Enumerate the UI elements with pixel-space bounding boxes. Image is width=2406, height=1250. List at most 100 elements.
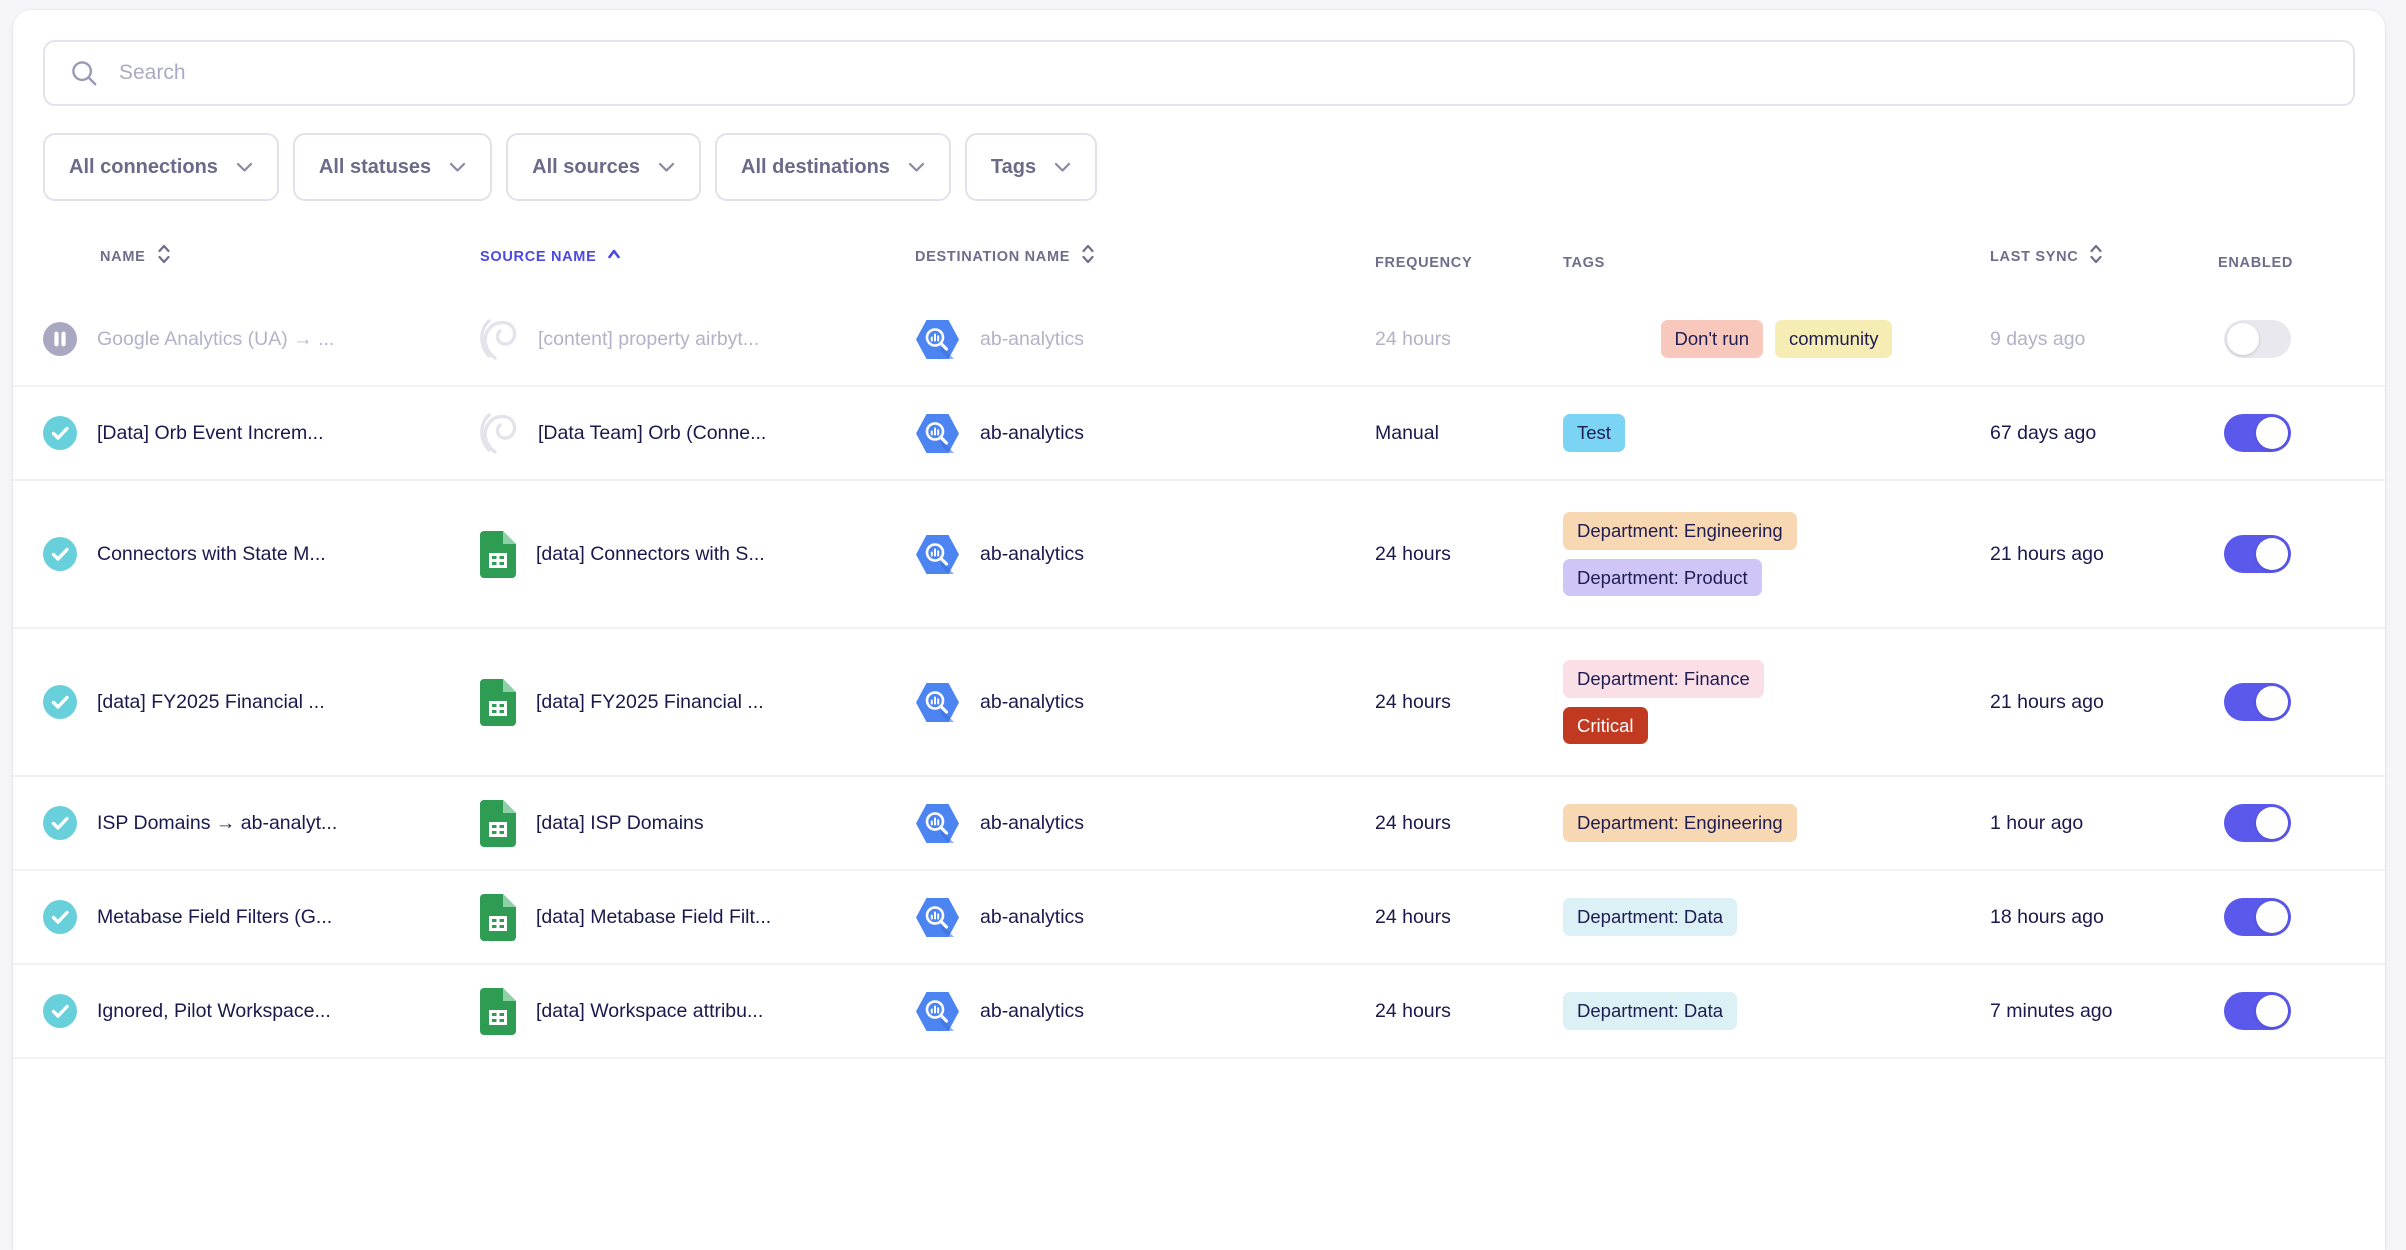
connection-name-cell: Metabase Field Filters (G...	[43, 900, 480, 934]
table-row[interactable]: Ignored, Pilot Workspace...[data] Worksp…	[13, 965, 2385, 1059]
source-cell: [data] FY2025 Financial ...	[480, 679, 915, 726]
destination-name: ab-analytics	[980, 1000, 1084, 1023]
destination-cell: ab-analytics	[915, 413, 1375, 454]
tags-cell: Department: FinanceCritical	[1563, 640, 1990, 763]
enabled-toggle[interactable]	[2224, 535, 2291, 573]
table-row[interactable]: [data] FY2025 Financial ... [data] FY2025…	[13, 629, 2385, 777]
source-name: [Data Team] Orb (Conne...	[538, 422, 766, 445]
column-header-last-sync[interactable]: LAST SYNC	[1990, 242, 2218, 271]
source-name: [content] property airbyt...	[538, 328, 759, 351]
google-sheets-icon	[480, 531, 516, 578]
last-sync-value: 18 hours ago	[1990, 906, 2104, 928]
connection-name: [data] FY2025 Financial ...	[97, 691, 325, 714]
chevron-down-icon	[1054, 156, 1071, 179]
last-sync-value: 21 hours ago	[1990, 543, 2104, 565]
enabled-toggle[interactable]	[2224, 320, 2291, 358]
search-input[interactable]	[117, 60, 2329, 86]
table-row[interactable]: ISP Domains → ab-analyt...[data] ISP Dom…	[13, 777, 2385, 871]
destination-name: ab-analytics	[980, 422, 1084, 445]
destination-cell: ab-analytics	[915, 991, 1375, 1032]
pause-status-icon	[43, 322, 77, 356]
column-header-source-name[interactable]: SOURCE NAME	[480, 242, 915, 271]
tags-cell: Department: Data	[1563, 878, 1990, 955]
toggle-knob	[2227, 323, 2259, 355]
last-sync-cell: 67 days ago	[1990, 422, 2218, 445]
filter-all-sources[interactable]: All sources	[506, 133, 701, 201]
enabled-cell	[2218, 992, 2355, 1030]
source-cell: [data] Connectors with S...	[480, 531, 915, 578]
filter-all-statuses[interactable]: All statuses	[293, 133, 492, 201]
destination-name: ab-analytics	[980, 328, 1084, 351]
chevron-down-icon	[908, 156, 925, 179]
tag-department-engineering: Department: Engineering	[1563, 512, 1797, 549]
connection-name-cell: [data] FY2025 Financial ...	[43, 685, 480, 719]
tag-department-data: Department: Data	[1563, 992, 1737, 1029]
source-cell: [data] Workspace attribu...	[480, 988, 915, 1035]
connection-name-cell: ISP Domains → ab-analyt...	[43, 806, 480, 840]
column-header-tags: TAGS	[1563, 255, 1990, 271]
source-name: [data] Workspace attribu...	[536, 1000, 763, 1023]
column-header-label: DESTINATION NAME	[915, 249, 1070, 265]
connections-panel: All connections All statuses All sources Al…	[13, 10, 2385, 1250]
enabled-toggle[interactable]	[2224, 992, 2291, 1030]
last-sync-cell: 21 hours ago	[1990, 691, 2218, 714]
frequency-cell: 24 hours	[1375, 1000, 1563, 1023]
filter-tags[interactable]: Tags	[965, 133, 1097, 201]
tags-cell: Department: EngineeringDepartment: Produ…	[1563, 492, 1990, 615]
last-sync-value: 21 hours ago	[1990, 691, 2104, 713]
column-header-label: SOURCE NAME	[480, 249, 596, 265]
source-cell: [data] Metabase Field Filt...	[480, 894, 915, 941]
destination-name: ab-analytics	[980, 906, 1084, 929]
connection-name-cell: [Data] Orb Event Increm...	[43, 416, 480, 450]
enabled-cell	[2218, 320, 2355, 358]
source-cell: [content] property airbyt...	[480, 317, 915, 361]
filter-all-destinations[interactable]: All destinations	[715, 133, 951, 201]
bigquery-icon	[915, 682, 960, 723]
tags-cell: Don't runcommunity	[1563, 300, 1990, 377]
check-status-icon	[43, 416, 77, 450]
enabled-toggle[interactable]	[2224, 804, 2291, 842]
tag-don-t-run: Don't run	[1661, 320, 1764, 357]
enabled-cell	[2218, 414, 2355, 452]
check-status-icon	[43, 994, 77, 1028]
frequency-cell: 24 hours	[1375, 543, 1563, 566]
google-sheets-icon	[480, 679, 516, 726]
destination-cell: ab-analytics	[915, 803, 1375, 844]
bigquery-icon	[915, 413, 960, 454]
last-sync-value: 67 days ago	[1990, 422, 2096, 444]
column-header-name[interactable]: NAME	[43, 242, 480, 271]
filter-all-connections[interactable]: All connections	[43, 133, 279, 201]
table-row[interactable]: Connectors with State M...[data] Connect…	[13, 481, 2385, 629]
bigquery-icon	[915, 991, 960, 1032]
google-sheets-icon	[480, 988, 516, 1035]
toggle-knob	[2256, 807, 2288, 839]
column-header-label: ENABLED	[2218, 255, 2293, 271]
tag-department-finance: Department: Finance	[1563, 660, 1764, 697]
frequency-cell: Manual	[1375, 422, 1563, 445]
filter-bar: All connections All statuses All sources Al…	[43, 133, 2355, 201]
column-header-destination-name[interactable]: DESTINATION NAME	[915, 242, 1375, 271]
tag-department-data: Department: Data	[1563, 898, 1737, 935]
column-header-label: LAST SYNC	[1990, 249, 2078, 265]
frequency-cell: 24 hours	[1375, 906, 1563, 929]
frequency-value: 24 hours	[1375, 1000, 1451, 1022]
destination-name: ab-analytics	[980, 812, 1084, 835]
table-row[interactable]: [Data] Orb Event Increm... [Data Team] Or…	[13, 387, 2385, 481]
enabled-toggle[interactable]	[2224, 683, 2291, 721]
sort-updown-icon	[156, 242, 172, 271]
column-header-label: NAME	[100, 249, 146, 265]
tag-department-engineering: Department: Engineering	[1563, 804, 1797, 841]
connection-name: Metabase Field Filters (G...	[97, 906, 332, 929]
enabled-toggle[interactable]	[2224, 898, 2291, 936]
enabled-toggle[interactable]	[2224, 414, 2291, 452]
destination-cell: ab-analytics	[915, 897, 1375, 938]
bigquery-icon	[915, 803, 960, 844]
table-row[interactable]: Metabase Field Filters (G... [data] Metab…	[13, 871, 2385, 965]
table-row[interactable]: Google Analytics (UA) → ...[content] pro…	[13, 293, 2385, 387]
filter-label: All connections	[69, 156, 218, 179]
sort-updown-icon	[1080, 242, 1096, 271]
filter-label: All sources	[532, 156, 640, 179]
toggle-knob	[2256, 686, 2288, 718]
bigquery-icon	[915, 534, 960, 575]
destination-cell: ab-analytics	[915, 534, 1375, 575]
